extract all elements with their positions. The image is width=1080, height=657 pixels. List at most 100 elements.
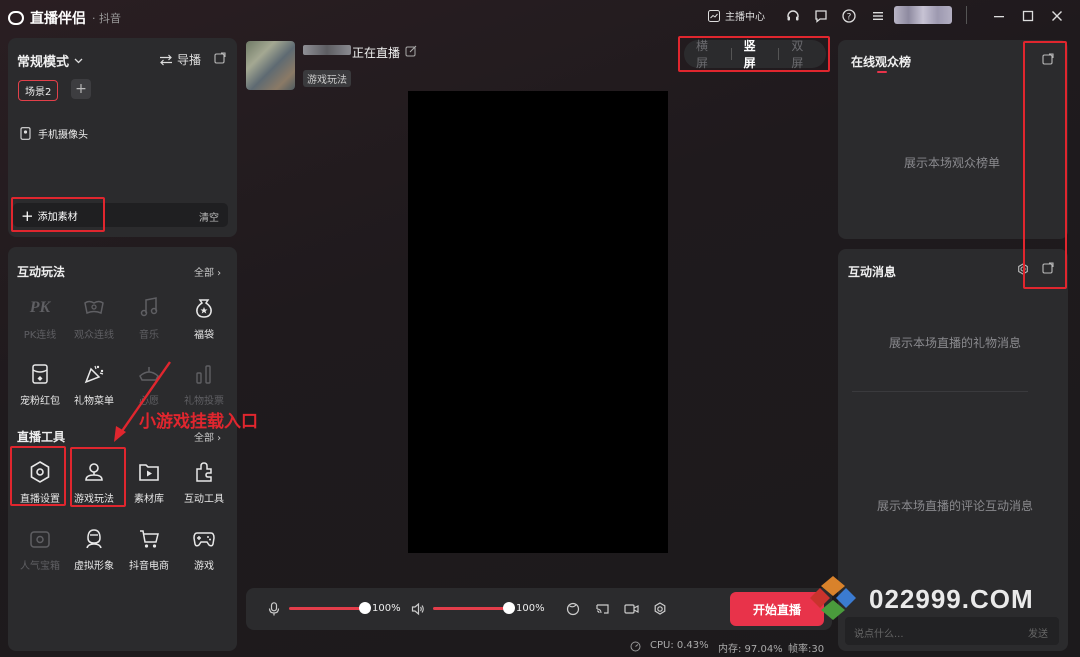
interactive-section-title: 互动玩法	[17, 265, 66, 279]
guide-label: 导播	[177, 53, 202, 67]
messages-title: 互动消息	[848, 265, 897, 279]
audience-link-item[interactable]: 观众连线	[66, 294, 122, 341]
mic-volume-slider[interactable]	[289, 602, 371, 614]
lucky-bag-icon	[176, 294, 232, 322]
gamepad-icon	[176, 525, 232, 553]
interactive-all-link[interactable]: 全部 ›	[194, 264, 221, 279]
menu-icon[interactable]	[869, 7, 887, 25]
comment-messages-placeholder: 展示本场直播的评论互动消息	[877, 499, 1034, 513]
screen-cast-icon[interactable]	[595, 602, 610, 616]
category-tag[interactable]: 游戏玩法	[303, 70, 351, 87]
material-library-icon	[121, 458, 177, 486]
svg-text:?: ?	[847, 13, 852, 23]
gift-vote-icon	[176, 360, 232, 388]
app-platform: · 抖音	[92, 12, 121, 25]
music-item[interactable]: 音乐	[121, 294, 177, 341]
add-material-label: 添加素材	[37, 212, 78, 223]
game-item[interactable]: 游戏	[176, 525, 232, 572]
tab-landscape[interactable]: 横屏	[684, 37, 731, 71]
source-item-label: 手机摄像头	[38, 130, 88, 141]
annotation-arrow-icon	[114, 361, 171, 442]
gift-messages-placeholder: 展示本场直播的礼物消息	[889, 336, 1022, 350]
lucky-bag-label: 福袋	[194, 330, 214, 341]
scene-tab-2[interactable]: 场景2	[18, 80, 59, 101]
material-library-item[interactable]: 素材库	[121, 458, 177, 505]
virtual-avatar-label: 虚拟形象	[74, 561, 114, 572]
ranking-placeholder: 展示本场观众榜单	[904, 156, 1001, 170]
ecommerce-icon	[121, 525, 177, 553]
interactive-tools-label: 互动工具	[184, 494, 224, 505]
speaker-volume-knob[interactable]	[503, 602, 515, 614]
clear-button[interactable]: 清空	[199, 209, 219, 224]
microphone-icon[interactable]	[268, 602, 280, 616]
music-icon	[121, 294, 177, 322]
switch-arrows-icon	[160, 54, 172, 65]
live-status: 正在直播	[352, 46, 401, 60]
tab-portrait[interactable]: 竖屏	[732, 37, 779, 71]
messages-settings-icon[interactable]	[1017, 263, 1029, 275]
game-label: 游戏	[194, 561, 214, 572]
interactive-tools-icon	[176, 458, 232, 486]
titlebar-divider	[966, 6, 967, 24]
close-icon[interactable]	[1048, 7, 1066, 25]
popout-icon[interactable]	[214, 52, 226, 64]
virtual-avatar-item[interactable]: 虚拟形象	[66, 525, 122, 572]
mode-label: 常规模式	[17, 55, 70, 70]
watermark-logo-icon	[810, 576, 856, 620]
live-settings-item[interactable]: 直播设置	[12, 458, 68, 505]
phone-camera-icon	[20, 127, 31, 140]
mic-volume-value: 100%	[372, 603, 401, 614]
source-item-camera[interactable]: 手机摄像头	[20, 126, 88, 141]
cpu-usage: CPU: 0.43%	[650, 640, 709, 651]
ranking-title[interactable]: 在线观众榜	[851, 53, 911, 70]
ecommerce-label: 抖音电商	[129, 561, 169, 572]
maximize-icon[interactable]	[1019, 7, 1037, 25]
speaker-volume-slider[interactable]	[433, 602, 515, 614]
settings-gear-icon[interactable]	[653, 602, 667, 616]
gift-vote-label: 礼物投票	[184, 396, 224, 407]
watermark-text: 022999.COM	[869, 584, 1034, 614]
chevron-down-icon	[74, 58, 83, 64]
app-name: 直播伴侣	[30, 11, 86, 27]
mic-volume-fill	[289, 607, 365, 610]
beauty-filter-icon[interactable]	[566, 602, 580, 616]
send-button[interactable]: 发送	[1028, 625, 1048, 640]
add-scene-button[interactable]: +	[71, 79, 91, 99]
ranking-title-underline	[877, 71, 887, 73]
streamer-avatar[interactable]	[246, 41, 295, 90]
red-packet-label: 宠粉红包	[20, 396, 60, 407]
speaker-icon[interactable]	[411, 602, 425, 616]
mic-volume-knob[interactable]	[359, 602, 371, 614]
plus-icon: +	[21, 206, 34, 225]
gift-vote-item[interactable]: 礼物投票	[176, 360, 232, 407]
messages-popout-icon[interactable]	[1042, 262, 1054, 274]
message-icon[interactable]	[812, 7, 830, 25]
lucky-bag-item[interactable]: 福袋	[176, 294, 232, 341]
add-material-button[interactable]: + 添加素材	[21, 208, 78, 223]
game-play-item[interactable]: 游戏玩法	[66, 458, 122, 505]
audience-link-label: 观众连线	[74, 330, 114, 341]
ecommerce-item[interactable]: 抖音电商	[121, 525, 177, 572]
mode-selector[interactable]: 常规模式	[17, 51, 83, 70]
tab-dual[interactable]: 双屏	[779, 37, 826, 71]
stream-preview[interactable]	[408, 91, 668, 553]
frame-rate: 帧率:30	[788, 644, 825, 655]
popularity-box-item[interactable]: 人气宝箱	[12, 525, 68, 572]
pk-link-item[interactable]: PK PK连线	[12, 294, 68, 341]
ranking-popout-icon[interactable]	[1042, 53, 1054, 65]
help-icon[interactable]: ?	[840, 7, 858, 25]
material-library-label: 素材库	[134, 494, 164, 505]
edit-icon[interactable]	[405, 45, 417, 57]
headset-icon[interactable]	[784, 7, 802, 25]
red-packet-item[interactable]: 宠粉红包	[12, 360, 68, 407]
minimize-icon[interactable]	[990, 7, 1008, 25]
live-settings-icon	[12, 458, 68, 486]
live-settings-label: 直播设置	[20, 494, 60, 505]
guide-button[interactable]: 导播	[159, 51, 201, 68]
screen-mode-tabs: 横屏 竖屏 双屏	[684, 37, 826, 71]
user-avatar[interactable]	[894, 6, 952, 24]
interactive-tools-item[interactable]: 互动工具	[176, 458, 232, 505]
camera-icon[interactable]	[624, 603, 639, 615]
performance-icon	[630, 641, 641, 652]
creator-center-link[interactable]: 主播中心	[708, 8, 765, 23]
